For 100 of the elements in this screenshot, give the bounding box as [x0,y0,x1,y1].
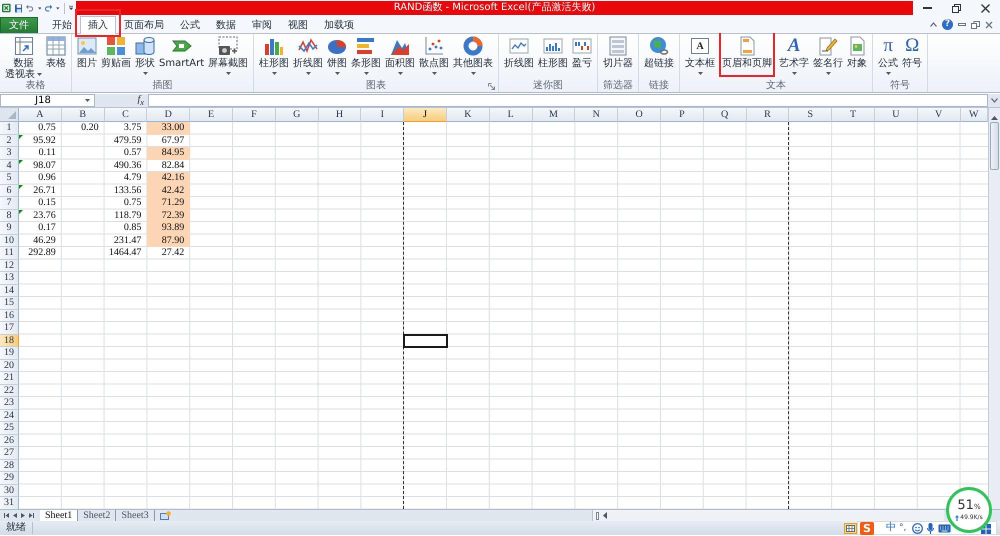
normal-view-button[interactable] [844,522,857,534]
ribbon-tab[interactable]: 插入 [80,16,116,34]
row-header[interactable]: 30 [0,484,19,497]
sheet-cell[interactable]: 42.16 [147,172,190,184]
column-header[interactable]: S [789,108,832,122]
selected-cell[interactable] [404,334,447,347]
caret-icon[interactable] [56,6,60,10]
help-button[interactable]: ? [942,19,953,30]
sheet-cell[interactable]: 479.59 [104,134,148,147]
sheet-cell[interactable]: 0.20 [62,122,105,134]
ribbon-tab[interactable]: 页面布局 [116,17,172,33]
picture-button[interactable]: 图片 [75,36,99,69]
bar-chart-button[interactable]: 条形图 [349,36,384,75]
ribbon-tab[interactable]: 审阅 [244,17,280,33]
row-header[interactable]: 13 [0,272,19,284]
row-header[interactable]: 12 [0,260,19,272]
column-header[interactable]: P [660,108,704,122]
row-header[interactable]: 1 [0,122,19,134]
slicer-button[interactable]: 切片器 [601,36,636,69]
split-handle-icon[interactable] [596,512,599,520]
column-header[interactable]: W [960,108,988,122]
scroll-left-icon[interactable] [603,512,607,519]
column-header[interactable]: K [446,108,490,122]
previous-sheet-icon[interactable] [13,513,17,518]
name-box[interactable]: J18 [0,94,95,107]
scroll-thumb[interactable] [990,122,999,170]
column-header[interactable]: C [104,108,148,122]
sheet-cell[interactable]: 0.75 [19,122,62,134]
pie-chart-button[interactable]: 饼图 [325,36,350,75]
sheet-cell[interactable]: 292.89 [19,247,62,260]
sheet-cell[interactable]: 23.76 [19,210,62,222]
row-header[interactable]: 3 [0,147,19,160]
sheet-cell[interactable]: 0.75 [104,197,148,210]
column-header[interactable]: U [874,108,918,122]
minimize-icon[interactable] [958,23,966,26]
smiley-icon[interactable] [912,522,924,534]
sheet-cell[interactable]: 0.85 [104,222,148,234]
row-header[interactable]: 19 [0,347,19,360]
redo-icon[interactable] [45,3,52,13]
sheet-cell[interactable]: 3.75 [104,122,148,134]
ribbon-tab[interactable]: 加载项 [316,17,362,33]
area-chart-button[interactable]: 面积图 [383,36,418,75]
dialog-launcher-icon[interactable] [488,83,496,90]
column-header[interactable]: A [19,108,62,122]
row-header[interactable]: 6 [0,184,19,197]
last-sheet-icon[interactable] [29,513,34,518]
sheet-cell[interactable]: 0.15 [19,197,62,210]
sheet-tab[interactable]: Sheet1 [40,510,78,521]
row-header[interactable]: 20 [0,360,19,372]
object-button[interactable]: 对象 [845,36,870,69]
shapes-button[interactable]: 形状 [133,36,157,75]
win-loss-button[interactable]: 盈亏 [570,36,594,69]
scatter-chart-button[interactable]: 散点图 [417,36,452,75]
signature-line-button[interactable]: 签名行 [811,36,846,75]
row-header[interactable]: 24 [0,410,19,422]
ribbon-tab[interactable]: 视图 [280,17,316,33]
row-header[interactable]: 28 [0,460,19,472]
sheet-cell[interactable]: 87.90 [147,234,190,247]
other-charts-button[interactable]: 其他图表 [451,36,496,75]
column-header[interactable]: Q [704,108,747,122]
column-header[interactable]: L [490,108,533,122]
sheet-cell[interactable]: 0.57 [104,147,148,160]
row-header[interactable]: 21 [0,372,19,384]
row-header[interactable]: 7 [0,197,19,210]
first-sheet-icon[interactable] [4,513,9,518]
input-mode-toggle[interactable]: 中 [886,522,896,534]
column-header[interactable]: F [232,108,276,122]
punctuation-toggle[interactable]: °, [899,522,906,534]
sheet-cell[interactable]: 93.89 [147,222,190,234]
sheet-cell[interactable]: 1464.47 [104,247,148,260]
column-header[interactable]: V [918,108,961,122]
horizontal-scrollbar[interactable] [592,510,944,521]
column-header[interactable]: N [575,108,618,122]
caret-icon[interactable] [38,6,42,10]
keyboard-icon[interactable] [938,524,952,532]
sheet-cell[interactable]: 72.39 [147,210,190,222]
column-header[interactable]: H [318,108,362,122]
row-header[interactable]: 23 [0,397,19,410]
header-footer-button[interactable]: 页眉和页脚 [720,36,774,69]
sheet-cell[interactable]: 231.47 [104,234,148,247]
column-header[interactable]: O [618,108,661,122]
row-header[interactable]: 27 [0,447,19,460]
column-sparkline-button[interactable]: 柱形图 [536,36,570,69]
sheet-cell[interactable]: 67.97 [147,134,190,147]
formula-input[interactable] [148,94,988,107]
smartart-button[interactable]: SmartArt [157,36,206,69]
line-sparkline-button[interactable]: 折线图 [502,36,536,69]
clip-art-button[interactable]: 剪贴画 [99,36,133,69]
row-header[interactable]: 11 [0,247,19,260]
restore-icon[interactable] [971,20,980,28]
sheet-cell[interactable]: 98.07 [19,160,62,172]
column-header[interactable]: E [190,108,233,122]
save-icon[interactable] [14,2,22,14]
row-header[interactable]: 29 [0,472,19,484]
column-header[interactable]: B [62,108,105,122]
row-header[interactable]: 8 [0,210,19,222]
row-header[interactable]: 22 [0,384,19,397]
row-header[interactable]: 25 [0,422,19,434]
row-header[interactable]: 10 [0,234,19,247]
sheet-cell[interactable]: 46.29 [19,234,62,247]
